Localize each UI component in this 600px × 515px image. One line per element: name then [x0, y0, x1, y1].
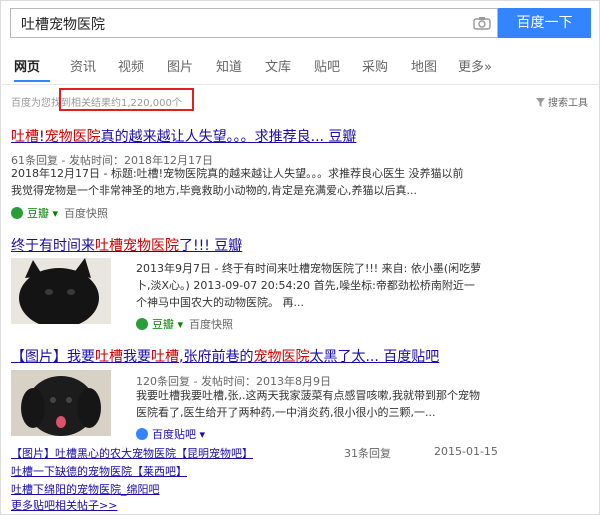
search-bar[interactable] — [10, 8, 498, 38]
camera-icon[interactable] — [473, 16, 491, 30]
result-2-thumbnail[interactable] — [11, 258, 111, 324]
result-3-title[interactable]: 【图片】我要吐槽我要吐槽,张府前巷的宠物医院太黑了太... 百度贴吧 — [11, 346, 439, 366]
search-tools[interactable]: 搜索工具 — [535, 94, 588, 109]
search-button[interactable]: 百度一下 — [498, 8, 591, 38]
tieba-sub-link-3[interactable]: 吐槽下绵阳的宠物医院_绵阳吧 — [11, 481, 160, 497]
tab-images[interactable]: 图片 — [167, 56, 193, 75]
search-input[interactable] — [19, 12, 463, 36]
black-dog-image — [11, 370, 111, 436]
tab-wenku[interactable]: 文库 — [265, 56, 291, 75]
tab-tieba[interactable]: 贴吧 — [314, 56, 340, 75]
search-tools-label: 搜索工具 — [548, 98, 588, 109]
tab-bar: 网页 资讯 视频 图片 知道 文库 贴吧 采购 地图 更多» — [0, 46, 600, 85]
result-1-title[interactable]: 吐槽!宠物医院真的越来越让人失望。。。求推荐良... 豆瓣 — [11, 126, 356, 146]
tab-web[interactable]: 网页 — [14, 56, 40, 75]
result-3-source[interactable]: 百度贴吧 ▾ — [136, 426, 205, 442]
douban-icon — [11, 207, 23, 219]
result-2-snippet: 2013年9月7日 - 终于有时间来吐槽宠物医院了!!! 来自: 依小墨(闲吃萝… — [136, 262, 482, 309]
active-tab-indicator — [14, 80, 50, 82]
result-2-cache[interactable]: 百度快照 — [189, 318, 233, 331]
result-1-cache[interactable]: 百度快照 — [64, 207, 108, 220]
result-1-source[interactable]: 豆瓣 ▾ 百度快照 — [11, 205, 108, 221]
tab-news[interactable]: 资讯 — [70, 56, 96, 75]
result-count-highlight-box — [59, 88, 194, 111]
tab-purchase[interactable]: 采购 — [362, 56, 388, 75]
reply-count: 31条回复 — [344, 447, 391, 460]
result-2-title[interactable]: 终于有时间来吐槽宠物医院了!!! 豆瓣 — [11, 235, 242, 255]
black-cat-image — [11, 258, 111, 324]
filter-icon — [535, 98, 545, 107]
tab-more[interactable]: 更多» — [458, 56, 492, 75]
post-date: 2015-01-15 — [434, 445, 498, 458]
tab-zhidao[interactable]: 知道 — [216, 56, 242, 75]
tieba-icon — [136, 428, 148, 440]
tieba-sub-link-2[interactable]: 吐槽一下缺德的宠物医院【莱西吧】 — [11, 463, 187, 479]
tab-video[interactable]: 视频 — [118, 56, 144, 75]
result-2-source[interactable]: 豆瓣 ▾ 百度快照 — [136, 316, 233, 332]
tieba-sub-link-1[interactable]: 【图片】吐槽黑心的农大宠物医院【昆明宠物吧】 — [11, 445, 253, 461]
result-3-thumbnail[interactable] — [11, 370, 111, 436]
tab-map[interactable]: 地图 — [411, 56, 437, 75]
douban-icon — [136, 318, 148, 330]
result-1-snippet: 2018年12月17日 - 标题:吐槽!宠物医院真的越来越让人失望。。。求推荐良… — [11, 167, 464, 197]
result-3-snippet: 我要吐槽我要吐槽,张,.这两天我家菠菜有点感冒咳嗽,我就带到那个宠物 医院看了,… — [136, 389, 480, 419]
more-tieba-link[interactable]: 更多贴吧相关帖子>> — [11, 497, 117, 513]
